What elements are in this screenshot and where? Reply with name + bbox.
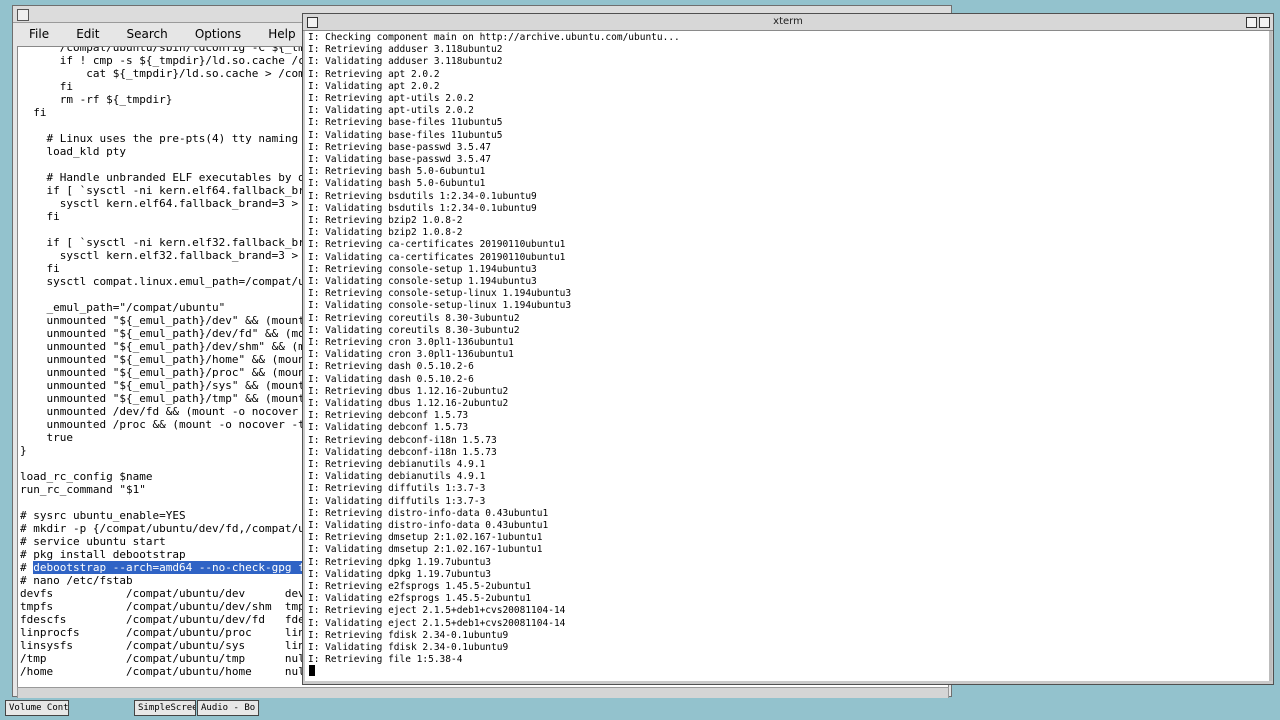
terminal-line: I: Validating dash 0.5.10.2-6 [308, 373, 474, 385]
code-line: fi [20, 262, 60, 275]
terminal-line: I: Retrieving console-setup-linux 1.194u… [308, 288, 572, 300]
window-menu-icon[interactable] [307, 17, 318, 28]
menu-options[interactable]: Options [189, 23, 247, 45]
terminal-line: I: Retrieving cron 3.0pl1-136ubuntu1 [308, 337, 514, 348]
terminal-line: I: Validating console-setup-linux 1.194u… [308, 300, 572, 312]
menu-search[interactable]: Search [121, 23, 174, 45]
terminal-line: I: Validating apt 2.0.2 [308, 80, 440, 92]
terminal-line: I: Retrieving fdisk 2.34-0.1ubuntu9 [308, 629, 509, 641]
maximize-icon[interactable] [1259, 17, 1270, 28]
terminal-line: I: Validating dbus 1.12.16-2ubuntu2 [308, 398, 509, 409]
taskbar-item-audio[interactable]: Audio - Bo [197, 700, 259, 716]
code-line: fi [20, 210, 60, 223]
minimize-icon[interactable] [1246, 17, 1257, 28]
terminal-line: I: Validating cron 3.0pl1-136ubuntu1 [308, 349, 514, 361]
terminal-line: I: Retrieving apt-utils 2.0.2 [308, 93, 474, 104]
xterm-scrollbar[interactable] [1269, 31, 1272, 681]
terminal-line: I: Retrieving bzip2 1.0.8-2 [308, 215, 463, 226]
terminal-line: I: Validating adduser 3.118ubuntu2 [308, 56, 503, 68]
terminal-line: I: Retrieving coreutils 8.30-3ubuntu2 [308, 312, 520, 324]
terminal-line: I: Validating bash 5.0-6ubuntu1 [308, 178, 486, 190]
terminal-line: I: Validating e2fsprogs 1.45.5-2ubuntu1 [308, 593, 532, 605]
code-line: load_kld pty [20, 145, 126, 158]
terminal-output[interactable]: I: Checking component main on http://arc… [305, 31, 1269, 681]
terminal-line: I: Validating apt-utils 2.0.2 [308, 105, 474, 117]
terminal-line: I: Validating debconf-i18n 1.5.73 [308, 446, 497, 458]
terminal-line: I: Retrieving debconf 1.5.73 [308, 410, 469, 422]
code-line: load_rc_config $name [20, 470, 153, 483]
code-line: true [20, 431, 73, 444]
code-line: # pkg install debootstrap [20, 548, 186, 561]
terminal-line: I: Validating base-passwd 3.5.47 [308, 154, 492, 165]
window-menu-icon[interactable] [17, 9, 29, 21]
terminal-line: I: Validating console-setup 1.194ubuntu3 [308, 276, 537, 287]
terminal-line: I: Checking component main on http://arc… [308, 32, 680, 43]
xterm-title: xterm [773, 16, 803, 27]
terminal-line: I: Validating dpkg 1.19.7ubuntu3 [308, 568, 492, 580]
menu-help[interactable]: Help [262, 23, 301, 45]
terminal-line: I: Retrieving dmsetup 2:1.02.167-1ubuntu… [308, 532, 543, 544]
terminal-line: I: Validating bzip2 1.0.8-2 [308, 227, 463, 239]
terminal-line: I: Validating diffutils 1:3.7-3 [308, 495, 486, 507]
xterm-titlebar[interactable]: xterm [303, 14, 1273, 31]
terminal-line: I: Retrieving dbus 1.12.16-2ubuntu2 [308, 385, 509, 397]
terminal-line: I: Validating base-files 11ubuntu5 [308, 129, 503, 141]
taskbar-item-simplescreenrecorder[interactable]: SimpleScreenRecorder [134, 700, 196, 716]
terminal-line: I: Retrieving file 1:5.38-4 [308, 654, 463, 666]
terminal-line: I: Validating bsdutils 1:2.34-0.1ubuntu9 [308, 202, 537, 214]
terminal-line: I: Retrieving debianutils 4.9.1 [308, 459, 486, 470]
terminal-line: I: Retrieving console-setup 1.194ubuntu3 [308, 263, 537, 275]
terminal-line: I: Retrieving dash 0.5.10.2-6 [308, 361, 474, 373]
terminal-line: I: Retrieving ca-certificates 20190110ub… [308, 239, 566, 251]
terminal-line: I: Validating dmsetup 2:1.02.167-1ubuntu… [308, 544, 543, 556]
xterm-window: xterm I: Checking component main on http… [302, 13, 1274, 685]
code-line: run_rc_command "$1" [20, 483, 146, 496]
code-line: fi [20, 80, 73, 93]
terminal-line: I: Retrieving base-files 11ubuntu5 [308, 117, 503, 129]
terminal-line: I: Retrieving base-passwd 3.5.47 [308, 141, 492, 153]
terminal-line: I: Validating debconf 1.5.73 [308, 422, 469, 434]
terminal-line: I: Retrieving apt 2.0.2 [308, 68, 440, 80]
code-line: sysctl compat.linux.emul_path=/compat/ub… [20, 275, 338, 288]
terminal-line: I: Retrieving diffutils 1:3.7-3 [308, 483, 486, 495]
terminal-line: I: Validating coreutils 8.30-3ubuntu2 [308, 324, 520, 336]
terminal-line: I: Retrieving debconf-i18n 1.5.73 [308, 434, 497, 446]
terminal-line: I: Retrieving distro-info-data 0.43ubunt… [308, 507, 549, 519]
terminal-line: I: Retrieving bsdutils 1:2.34-0.1ubuntu9 [308, 190, 537, 202]
terminal-line: I: Validating eject 2.1.5+deb1+cvs200811… [308, 617, 566, 629]
code-line: } [20, 444, 27, 457]
terminal-line: I: Retrieving adduser 3.118ubuntu2 [308, 44, 503, 56]
code-line: rm -rf ${_tmpdir} [20, 93, 173, 106]
terminal-line: I: Retrieving eject 2.1.5+deb1+cvs200811… [308, 605, 566, 617]
menu-file[interactable]: File [23, 23, 55, 45]
code-line: fi [20, 106, 47, 119]
code-line-prefix: # [20, 561, 34, 574]
taskbar-item-volume-control[interactable]: Volume Control [5, 700, 69, 716]
terminal-line: I: Validating debianutils 4.9.1 [308, 471, 486, 483]
menu-edit[interactable]: Edit [70, 23, 105, 45]
terminal-line: I: Validating fdisk 2.34-0.1ubuntu9 [308, 642, 509, 653]
terminal-line: I: Retrieving bash 5.0-6ubuntu1 [308, 166, 486, 178]
taskbar: Volume Control SimpleScreenRecorder Audi… [0, 698, 1280, 720]
code-line: # service ubuntu start [20, 535, 166, 548]
code-line: # nano /etc/fstab [20, 574, 133, 587]
terminal-line: I: Validating ca-certificates 20190110ub… [308, 251, 566, 263]
code-line: _emul_path="/compat/ubuntu" [20, 301, 226, 314]
terminal-line: I: Retrieving e2fsprogs 1.45.5-2ubuntu1 [308, 581, 532, 592]
terminal-cursor [309, 665, 315, 676]
code-line: # sysrc ubuntu_enable=YES [20, 509, 186, 522]
terminal-line: I: Validating distro-info-data 0.43ubunt… [308, 520, 549, 531]
terminal-line: I: Retrieving dpkg 1.19.7ubuntu3 [308, 556, 492, 568]
